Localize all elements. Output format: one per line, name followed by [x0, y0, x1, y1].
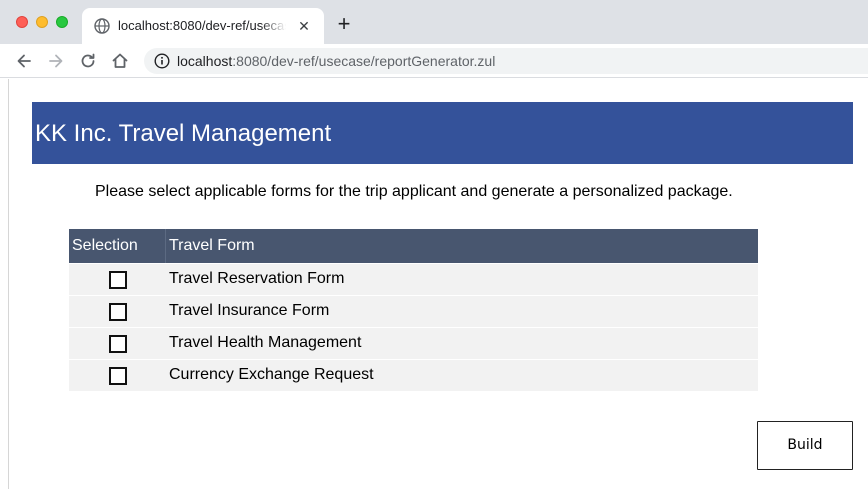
form-label: Travel Insurance Form — [169, 302, 330, 319]
browser-toolbar: localhost:8080/dev-ref/usecase/reportGen… — [0, 44, 868, 78]
column-header-travel-form[interactable]: Travel Form — [169, 237, 255, 255]
close-window-button[interactable] — [16, 16, 28, 28]
form-checkbox[interactable] — [109, 367, 127, 385]
form-checkbox[interactable] — [109, 303, 127, 321]
build-button[interactable]: Build — [757, 421, 853, 470]
url-text: localhost:8080/dev-ref/usecase/reportGen… — [177, 53, 495, 69]
table-row: Travel Health Management — [69, 327, 758, 359]
minimize-window-button[interactable] — [36, 16, 48, 28]
page-title: KK Inc. Travel Management — [35, 120, 332, 147]
globe-icon — [94, 18, 110, 34]
url-host: localhost — [177, 53, 233, 69]
travel-forms-grid: Selection Travel Form Travel Reservation… — [69, 229, 758, 391]
instructions-text: Please select applicable forms for the t… — [95, 183, 733, 200]
browser-tab[interactable]: localhost:8080/dev-ref/usecase/reportGen… — [82, 8, 324, 44]
maximize-window-button[interactable] — [56, 16, 68, 28]
browser-tabstrip: localhost:8080/dev-ref/usecase/reportGen… — [0, 0, 868, 44]
new-tab-button[interactable]: + — [332, 12, 356, 36]
home-button[interactable] — [110, 51, 130, 71]
table-row: Currency Exchange Request — [69, 359, 758, 391]
grid-header: Selection Travel Form — [69, 229, 758, 263]
page-banner: KK Inc. Travel Management — [32, 102, 853, 164]
reload-icon — [81, 53, 95, 68]
form-checkbox[interactable] — [109, 271, 127, 289]
form-label: Travel Health Management — [169, 334, 362, 351]
form-checkbox[interactable] — [109, 335, 127, 353]
arrow-right-icon — [49, 54, 63, 68]
column-header-selection[interactable]: Selection — [72, 237, 138, 255]
home-icon — [112, 53, 128, 68]
reload-button[interactable] — [78, 51, 98, 71]
back-button[interactable] — [14, 51, 34, 71]
form-label: Travel Reservation Form — [169, 270, 345, 287]
viewport-border — [8, 79, 9, 489]
forward-button[interactable] — [46, 51, 66, 71]
table-row: Travel Insurance Form — [69, 295, 758, 327]
url-path: :8080/dev-ref/usecase/reportGenerator.zu… — [232, 53, 496, 69]
table-row: Travel Reservation Form — [69, 263, 758, 295]
arrow-left-icon — [17, 54, 31, 68]
info-icon[interactable] — [154, 53, 170, 69]
close-tab-icon[interactable]: ✕ — [296, 18, 312, 34]
tab-title: localhost:8080/dev-ref/usecase/reportGen… — [118, 18, 286, 33]
form-label: Currency Exchange Request — [169, 366, 374, 383]
column-divider — [165, 229, 166, 263]
address-bar[interactable]: localhost:8080/dev-ref/usecase/reportGen… — [144, 48, 868, 74]
